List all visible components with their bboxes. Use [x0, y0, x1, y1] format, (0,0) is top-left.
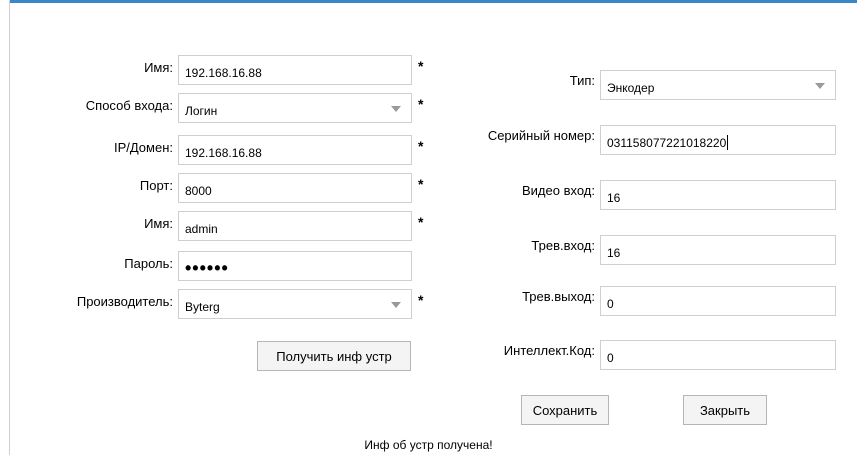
intellect-code-value: 0 [607, 351, 614, 365]
name-value: 192.168.16.88 [185, 66, 262, 80]
port-input[interactable]: 8000 [178, 173, 412, 203]
serial-number-input[interactable]: 031158077221018220 [600, 125, 836, 155]
get-device-info-button[interactable]: Получить инф устр [257, 341, 411, 371]
ip-domain-required-mark: * [418, 138, 424, 154]
port-label: Порт: [139, 178, 173, 193]
intellect-code-label: Интеллект.Код: [503, 343, 595, 358]
save-button[interactable]: Сохранить [521, 395, 609, 425]
serial-number-value: 031158077221018220 [607, 136, 727, 150]
text-cursor [727, 135, 729, 150]
video-input-field[interactable]: 16 [600, 180, 836, 210]
type-select[interactable]: Энкодер [600, 70, 836, 100]
port-value: 8000 [185, 184, 212, 198]
login-method-value: Логин [185, 104, 218, 118]
ip-domain-input[interactable]: 192.168.16.88 [178, 135, 412, 165]
alarm-input-value: 16 [607, 246, 621, 260]
close-button[interactable]: Закрыть [683, 395, 767, 425]
login-method-select[interactable]: Логин [178, 93, 412, 123]
chevron-down-icon [815, 83, 825, 89]
chevron-down-icon [391, 302, 401, 308]
type-label: Тип: [569, 73, 595, 88]
video-input-label: Видео вход: [522, 183, 595, 198]
name-input[interactable]: 192.168.16.88 [178, 55, 412, 85]
ip-domain-value: 192.168.16.88 [185, 146, 262, 160]
alarm-input-label: Трев.вход: [531, 238, 595, 253]
intellect-code-field[interactable]: 0 [600, 340, 836, 370]
type-value: Энкодер [607, 81, 655, 95]
alarm-output-value: 0 [607, 297, 614, 311]
password-label: Пароль: [124, 256, 173, 271]
status-message: Инф об устр получена! [364, 438, 493, 452]
port-required-mark: * [418, 176, 424, 192]
password-input[interactable]: •••••• [178, 251, 412, 281]
password-value: •••••• [185, 258, 229, 278]
username-value: admin [185, 222, 218, 236]
chevron-down-icon [391, 106, 401, 112]
username-required-mark: * [418, 214, 424, 230]
left-border [9, 0, 10, 455]
username-input[interactable]: admin [178, 211, 412, 241]
username-label: Имя: [144, 216, 173, 231]
login-method-label: Способ входа: [85, 98, 173, 113]
alarm-output-field[interactable]: 0 [600, 286, 836, 316]
video-input-value: 16 [607, 191, 621, 205]
ip-domain-label: IP/Домен: [113, 140, 173, 155]
alarm-output-label: Трев.выход: [522, 289, 595, 304]
manufacturer-required-mark: * [418, 292, 424, 308]
serial-number-label: Серийный номер: [487, 128, 595, 143]
name-label: Имя: [144, 60, 173, 75]
manufacturer-select[interactable]: Byterg [178, 289, 412, 319]
manufacturer-value: Byterg [185, 300, 220, 314]
login-method-required-mark: * [418, 96, 424, 112]
manufacturer-label: Производитель: [76, 294, 173, 309]
name-required-mark: * [418, 58, 424, 74]
alarm-input-field[interactable]: 16 [600, 235, 836, 265]
top-accent-bar [10, 0, 857, 3]
